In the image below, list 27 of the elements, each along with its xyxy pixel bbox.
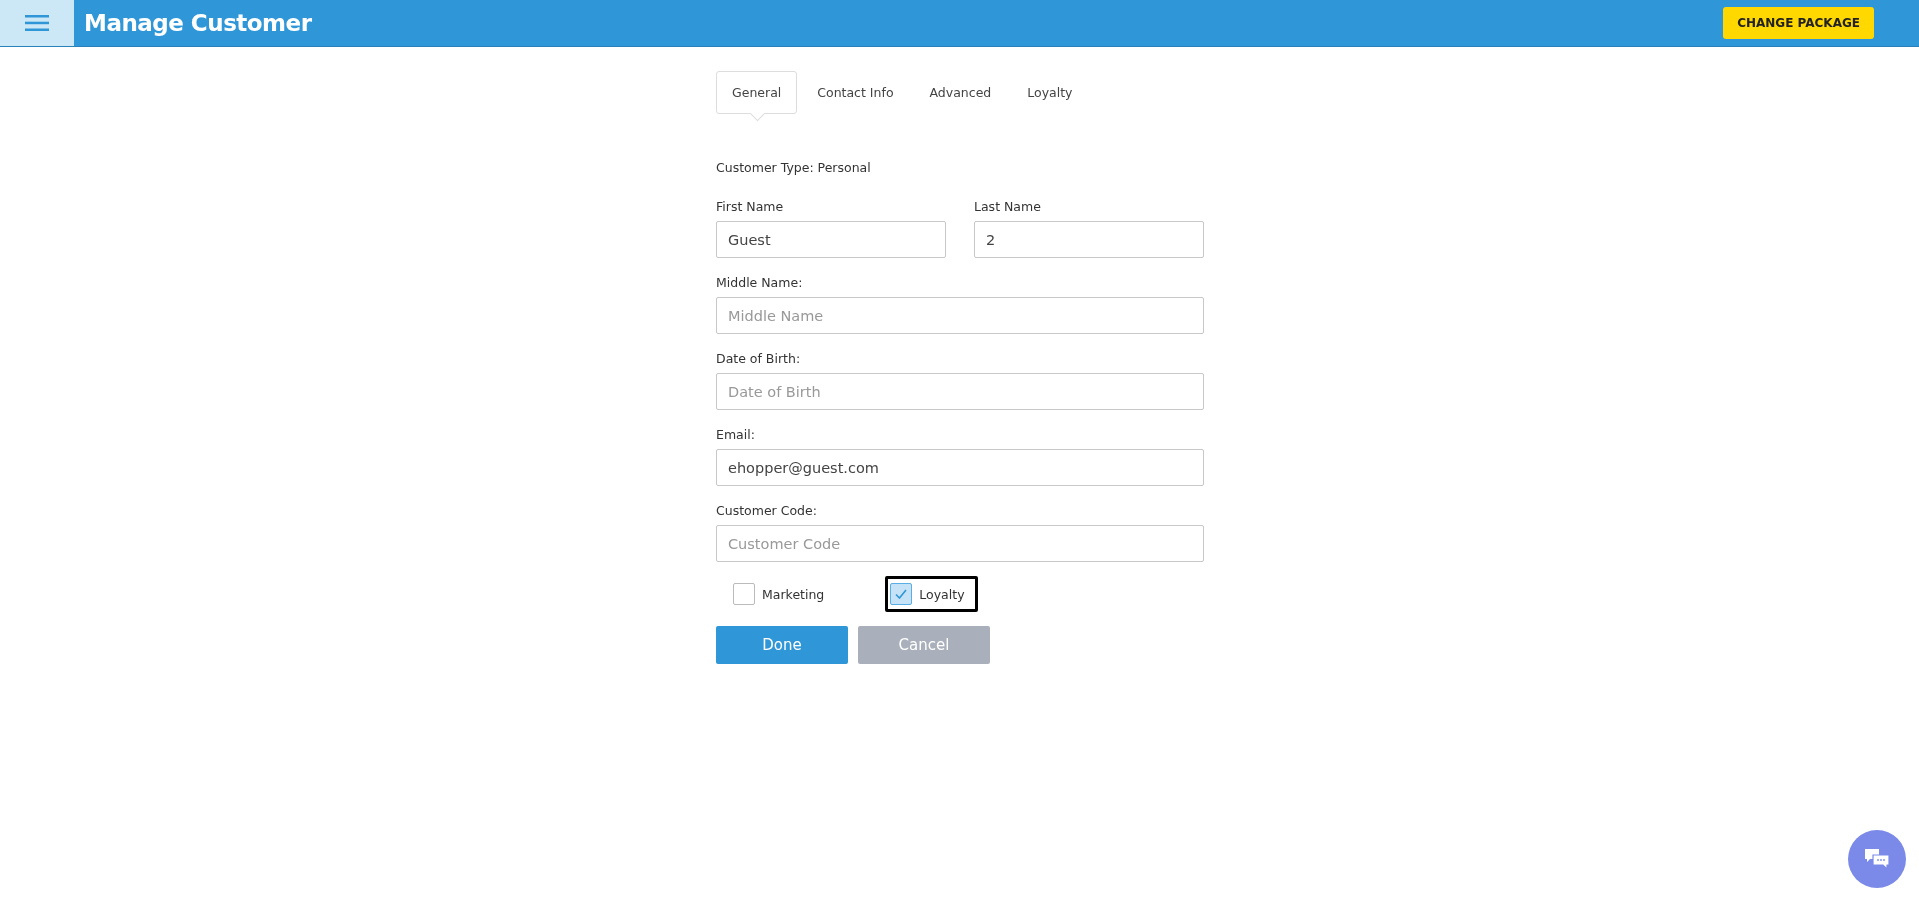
input-field[interactable]: Middle Name <box>716 297 1204 334</box>
checkbox[interactable] <box>890 583 913 605</box>
tab[interactable]: Loyalty <box>1011 71 1089 114</box>
chat-bubbles-icon <box>1864 848 1890 870</box>
chat-button[interactable] <box>1848 830 1906 888</box>
page-title: Manage Customer <box>84 10 312 36</box>
field-label: Date of Birth: <box>716 351 802 366</box>
field-label: Last Name <box>974 199 1042 214</box>
tab[interactable]: Advanced <box>913 71 1008 114</box>
field-label: Middle Name: <box>716 275 804 290</box>
menu-icon <box>25 15 49 31</box>
input-field[interactable]: Date of Birth <box>716 373 1204 410</box>
change-package-button[interactable]: CHANGE PACKAGE <box>1723 7 1874 39</box>
field-label: Customer Code: <box>716 503 818 518</box>
field-label: Email: <box>716 427 756 442</box>
tab[interactable]: Contact Info <box>801 71 910 114</box>
input-field[interactable]: 2 <box>974 221 1204 258</box>
input-field[interactable]: Customer Code <box>716 525 1204 562</box>
checkbox-label: Marketing <box>762 586 825 602</box>
input-field[interactable]: ehopper@guest.com <box>716 449 1204 486</box>
checkmark-icon <box>895 589 908 599</box>
field-label: First Name <box>716 199 785 214</box>
checkbox-label: Loyalty <box>919 586 965 602</box>
input-field[interactable]: Guest <box>716 221 946 258</box>
customer-type-text: Customer Type: Personal <box>716 160 872 175</box>
checkbox[interactable] <box>733 583 755 605</box>
menu-button[interactable] <box>0 0 74 46</box>
